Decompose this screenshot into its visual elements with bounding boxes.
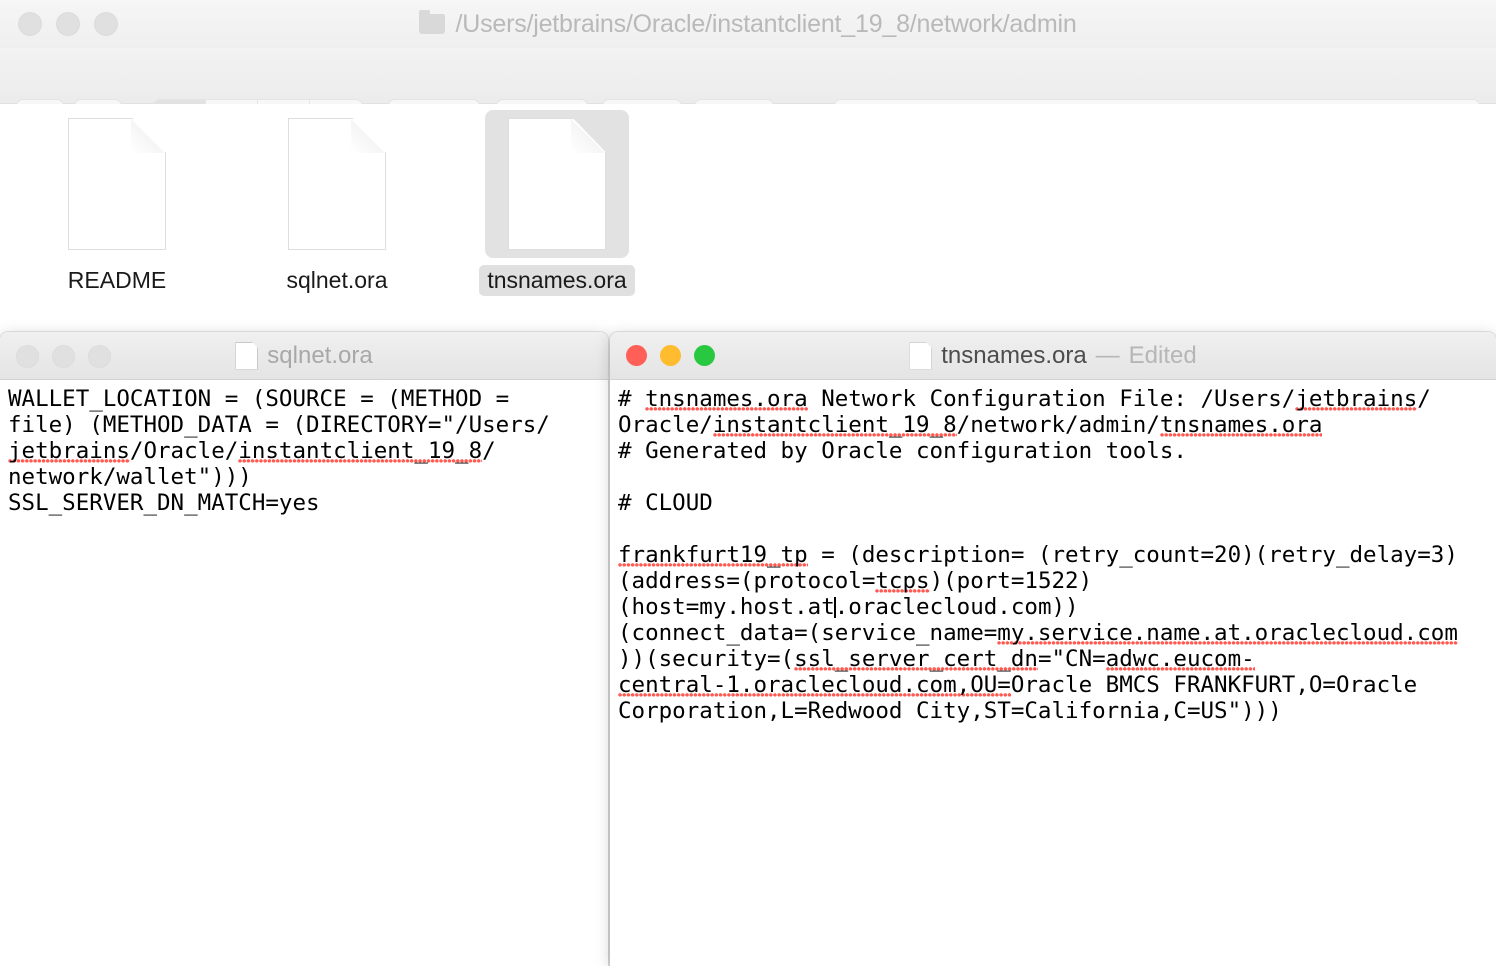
finder-toolbar: Search	[0, 48, 1496, 104]
finder-title-text: /Users/jetbrains/Oracle/instantclient_19…	[455, 10, 1076, 39]
code-line: # Generated by Oracle configuration tool…	[618, 438, 1488, 464]
file-icon-box	[45, 110, 189, 258]
code-line: # CLOUD	[618, 490, 1488, 516]
tnsnames-text-content[interactable]: # tnsnames.ora Network Configuration Fil…	[610, 380, 1496, 724]
file-icon-box	[265, 110, 409, 258]
sqlnet-title: sqlnet.ora	[0, 332, 608, 379]
sqlnet-titlebar: sqlnet.ora	[0, 332, 608, 380]
folder-icon	[419, 14, 445, 34]
finder-titlebar: /Users/jetbrains/Oracle/instantclient_19…	[0, 0, 1496, 49]
code-line: (host=my.host.at.oraclecloud.com))	[618, 594, 1488, 620]
code-line	[618, 516, 1488, 542]
sqlnet-editor-window: sqlnet.ora WALLET_LOCATION = (SOURCE = (…	[0, 332, 608, 966]
code-line: # tnsnames.ora Network Configuration Fil…	[618, 386, 1488, 412]
file-label: sqlnet.ora	[278, 265, 395, 296]
tnsnames-title: tnsnames.ora — Edited	[610, 332, 1496, 379]
finder-path-title: /Users/jetbrains/Oracle/instantclient_19…	[0, 0, 1496, 48]
file-label: tnsnames.ora	[479, 265, 634, 296]
tnsnames-titlebar: tnsnames.ora — Edited	[610, 332, 1496, 380]
code-line: ))(security=(ssl_server_cert_dn="CN=adwc…	[618, 646, 1488, 672]
code-line: file) (METHOD_DATA = (DIRECTORY="/Users/	[8, 412, 600, 438]
file-icon-box	[485, 110, 629, 258]
document-icon	[68, 118, 166, 250]
document-icon	[235, 342, 258, 370]
edited-status-label: Edited	[1129, 342, 1197, 370]
title-separator: —	[1096, 342, 1120, 370]
code-line: Corporation,L=Redwood City,ST=California…	[618, 698, 1488, 724]
file-item-tnsnames-ora[interactable]: tnsnames.ora	[473, 110, 641, 296]
tnsnames-title-text: tnsnames.ora	[941, 342, 1086, 370]
code-line	[618, 464, 1488, 490]
code-line: Oracle/instantclient_19_8/network/admin/…	[618, 412, 1488, 438]
code-line: central-1.oraclecloud.com,OU=Oracle BMCS…	[618, 672, 1488, 698]
code-line: SSL_SERVER_DN_MATCH=yes	[8, 490, 600, 516]
file-item-readme[interactable]: README	[33, 110, 201, 296]
document-icon	[288, 118, 386, 250]
document-icon	[508, 118, 606, 250]
file-label: README	[60, 265, 174, 296]
code-line: jetbrains/Oracle/instantclient_19_8/	[8, 438, 600, 464]
tnsnames-editor-window: tnsnames.ora — Edited # tnsnames.ora Net…	[610, 332, 1496, 966]
code-line: WALLET_LOCATION = (SOURCE = (METHOD =	[8, 386, 600, 412]
code-line: (address=(protocol=tcps)(port=1522)	[618, 568, 1488, 594]
document-icon	[909, 342, 932, 370]
code-line: (connect_data=(service_name=my.service.n…	[618, 620, 1488, 646]
text-caret	[834, 597, 836, 618]
code-line: network/wallet")))	[8, 464, 600, 490]
sqlnet-text-content[interactable]: WALLET_LOCATION = (SOURCE = (METHOD =fil…	[0, 380, 608, 516]
code-line: frankfurt19_tp = (description= (retry_co…	[618, 542, 1488, 568]
file-item-sqlnet-ora[interactable]: sqlnet.ora	[253, 110, 421, 296]
finder-file-grid: README sqlnet.ora tnsnames.ora	[0, 104, 1496, 328]
sqlnet-title-text: sqlnet.ora	[267, 342, 372, 370]
